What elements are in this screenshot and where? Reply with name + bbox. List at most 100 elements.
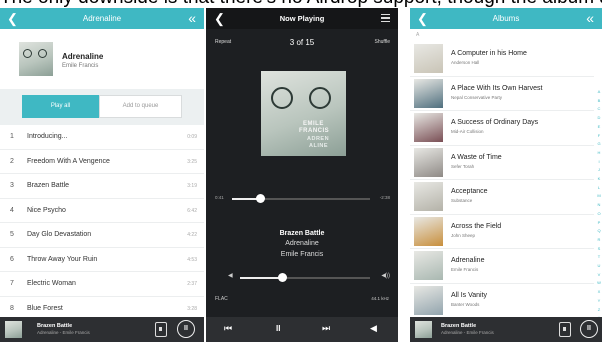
index-letter[interactable]: T (596, 253, 602, 262)
mini-player[interactable]: Brazen Battle Adrenaline - Emile Francis… (0, 317, 204, 342)
play-all-button[interactable]: Play all (22, 95, 99, 118)
index-letter[interactable]: Y (596, 297, 602, 306)
track-row[interactable]: 2 Freedom With A Vengence 3:25 (0, 150, 204, 174)
art-name: EMILE (303, 121, 324, 127)
index-letter[interactable]: V (596, 271, 602, 280)
album-list: A Computer in his Home Anderson Hall A Pla… (410, 42, 594, 318)
mini-player[interactable]: Brazen Battle Adrenaline - Emile Francis… (410, 317, 602, 342)
album-artist: Banter Woods (451, 301, 480, 307)
progress-knob[interactable] (256, 194, 266, 203)
song-album: Adrenaline (285, 240, 319, 247)
album-artist: Emile Francis (62, 63, 99, 69)
playback-modes: Repeat 3 of 15 Shuffle (206, 29, 398, 57)
album-row[interactable]: Across the Field John Sheep (410, 215, 594, 249)
volume-slider[interactable] (240, 273, 370, 282)
next-icon[interactable]: ⏭ (322, 323, 330, 334)
index-letter[interactable]: C (596, 105, 602, 114)
index-letter[interactable]: P (596, 219, 602, 228)
album-row[interactable]: A Computer in his Home Anderson Hall (410, 42, 594, 77)
index-letter[interactable]: B (596, 97, 602, 106)
index-letter[interactable]: Z (596, 306, 602, 315)
caption-strip: The only downside is that there's no Air… (0, 0, 602, 8)
track-duration: 3:19 (187, 183, 197, 189)
index-letter[interactable]: U (596, 262, 602, 271)
mini-album-artist: Adrenaline - Emile Francis (441, 330, 494, 335)
track-row[interactable]: 7 Electric Woman 2:37 (0, 272, 204, 297)
index-letter[interactable]: M (596, 192, 602, 201)
index-letter[interactable]: K (596, 175, 602, 184)
index-letter[interactable]: S (596, 245, 602, 254)
speaker-icon[interactable]: ◀ (370, 323, 377, 334)
art-album1: ADREN (307, 136, 330, 142)
album-thumb (414, 182, 443, 211)
album-row[interactable]: Adrenaline Emile Francis (410, 249, 594, 284)
index-letter[interactable]: F (596, 132, 602, 141)
now-playing-screen: ❮ Now Playing Repeat 3 of 15 Shuffle EMI… (206, 8, 398, 342)
index-letter[interactable]: A (596, 88, 602, 97)
now-playing-header: ❮ Now Playing (206, 8, 398, 29)
album-row[interactable]: All Is Vanity Banter Woods (410, 284, 594, 318)
caption-text: The only downside is that there's no Air… (0, 0, 602, 8)
track-row[interactable]: 4 Nice Psycho 6:42 (0, 199, 204, 223)
index-letter[interactable]: N (596, 201, 602, 210)
index-letter[interactable]: O (596, 210, 602, 219)
pause-button[interactable]: II (580, 320, 598, 338)
pause-button[interactable]: II (276, 324, 280, 333)
track-row[interactable]: 5 Day Glo Devastation 4:22 (0, 223, 204, 248)
index-letter[interactable]: I (596, 158, 602, 167)
volume-knob[interactable] (278, 273, 288, 282)
index-letter[interactable]: W (596, 279, 602, 288)
album-row[interactable]: Acceptance Substance (410, 180, 594, 215)
track-number: 2 (10, 157, 14, 165)
menu-icon[interactable] (381, 14, 390, 22)
album-artist: John Sheep (451, 232, 476, 238)
album-name: All Is Vanity (451, 291, 488, 299)
progress-slider[interactable] (232, 194, 370, 203)
playback-controls: ⏮ II ⏭ ◀ (206, 317, 398, 342)
collapse-icon[interactable]: « (586, 8, 594, 29)
back-icon[interactable]: ❮ (214, 8, 225, 29)
index-letter[interactable]: R (596, 236, 602, 245)
track-counter: 3 of 15 (289, 38, 315, 47)
song-artist: Emile Francis (280, 251, 324, 258)
album-name: A Place With Its Own Harvest (451, 84, 543, 92)
back-icon[interactable]: ❮ (417, 8, 428, 29)
index-letter[interactable]: E (596, 123, 602, 132)
track-row[interactable]: 3 Brazen Battle 3:19 (0, 174, 204, 199)
mini-album-artist: Adrenaline - Emile Francis (37, 330, 90, 335)
track-row[interactable]: 1 Introducing... 0:09 (0, 125, 204, 150)
index-letter[interactable]: G (596, 140, 602, 149)
albums-screen: ❮ Albums « A A Computer in his Home Ander… (410, 8, 602, 342)
album-info: Adrenaline Emile Francis (0, 29, 204, 89)
index-letter[interactable]: X (596, 288, 602, 297)
previous-icon[interactable]: ⏮ (224, 323, 232, 334)
album-name: Acceptance (451, 188, 488, 195)
index-letter[interactable]: J (596, 166, 602, 175)
track-name: Brazen Battle (27, 182, 70, 189)
album-row[interactable]: A Place With Its Own Harvest Nepal Conser… (410, 77, 594, 111)
queue-icon[interactable] (155, 322, 167, 337)
alphabet-index[interactable]: ABCDEFGHIJKLMNOPQRSTUVWXYZ# (596, 88, 602, 323)
pause-button[interactable]: II (177, 320, 195, 338)
queue-icon[interactable] (559, 322, 571, 337)
index-letter[interactable]: Q (596, 227, 602, 236)
back-icon[interactable]: ❮ (7, 8, 18, 29)
album-name: A Success of Ordinary Days (451, 119, 539, 126)
remaining-time: -2:38 (379, 195, 390, 200)
index-letter[interactable]: L (596, 184, 602, 193)
album-name: Adrenaline (451, 257, 485, 264)
track-name: Electric Woman (27, 280, 76, 287)
action-buttons: Play all Add to queue (0, 89, 204, 125)
add-to-queue-button[interactable]: Add to queue (99, 95, 182, 118)
collapse-icon[interactable]: « (188, 8, 196, 29)
track-row[interactable]: 6 Throw Away Your Ruin 4:53 (0, 248, 204, 272)
album-name: Across the Field (451, 222, 502, 230)
index-letter[interactable]: D (596, 114, 602, 123)
track-number: 4 (10, 206, 14, 214)
album-row[interactable]: A Success of Ordinary Days Mid-Air Collis… (410, 111, 594, 146)
shuffle-button[interactable]: Shuffle (375, 39, 390, 45)
section-header: A (416, 32, 420, 38)
track-number: 3 (10, 182, 14, 189)
index-letter[interactable]: H (596, 149, 602, 158)
album-row[interactable]: A Waste of Time Sefer Torah (410, 146, 594, 180)
